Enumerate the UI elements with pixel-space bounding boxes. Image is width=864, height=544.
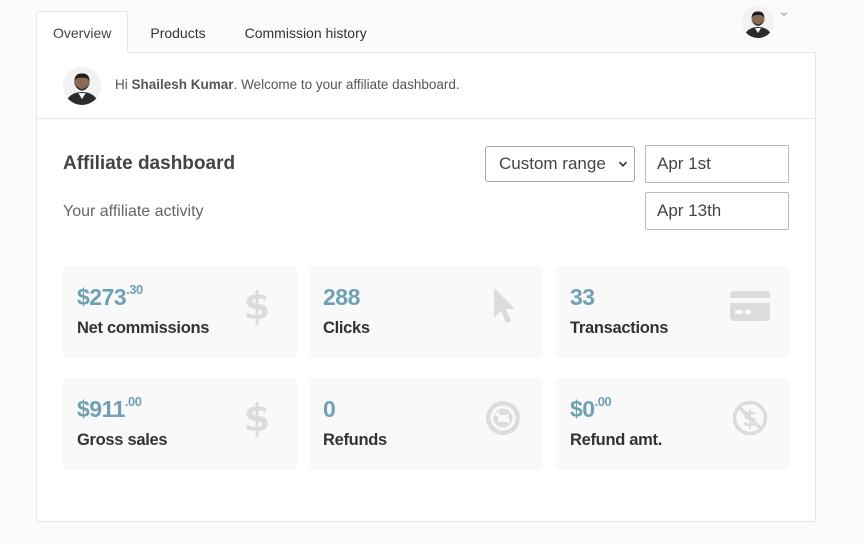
stat-value: $911.00 [77,394,142,422]
greeting: Hi [115,76,128,92]
stat-label: Refunds [323,431,387,449]
stat-card-transactions: 33 Transactions [556,266,790,358]
stat-card-gross-sales: $911.00 Gross sales $ [63,378,297,470]
stat-label: Net commissions [77,319,210,337]
stat-card-refunds: 0 Refunds [309,378,543,470]
date-from-value: Apr 1st [657,154,711,173]
tab-bar: Overview Products Commission history [36,11,386,53]
svg-text:$: $ [244,286,270,326]
stat-label: Transactions [570,319,669,337]
stat-value: 0 [323,396,336,422]
avatar[interactable] [742,6,774,38]
welcome-text: . Welcome to your affiliate dashboard. [233,76,460,92]
welcome-bar: Hi Shailesh Kumar. Welcome to your affil… [37,53,815,119]
cursor-icon [481,284,525,328]
credit-card-icon [728,284,772,328]
dashboard-panel: Hi Shailesh Kumar. Welcome to your affil… [36,52,816,522]
tab-overview[interactable]: Overview [36,11,129,53]
stat-card-refund-amount: $0.00 Refund amt. $ [556,378,790,470]
date-range-select[interactable]: Custom range [485,146,635,182]
avatar [63,66,101,105]
stat-value: 33 [570,284,595,310]
page-subtitle: Your affiliate activity [63,203,204,220]
user-avatar-icon [63,66,101,105]
tab-products[interactable]: Products [128,11,225,53]
stat-value: $0.00 [570,394,612,422]
stat-card-clicks: 288 Clicks [309,266,543,358]
page-title: Affiliate dashboard [63,153,236,174]
date-to-value: Apr 13th [657,201,722,220]
date-from-input[interactable]: Apr 1st [645,145,789,183]
stat-card-net-commissions: $273.30 Net commissions $ [63,266,297,358]
date-range-value: Custom range [499,154,606,173]
svg-text:$: $ [244,398,270,438]
user-avatar-icon [742,6,774,38]
dollar-icon: $ [235,396,279,440]
dollar-icon: $ [235,284,279,328]
date-to-input[interactable]: Apr 13th [645,192,789,230]
welcome-message: Hi Shailesh Kumar. Welcome to your affil… [115,77,460,92]
chevron-down-icon [618,161,628,167]
stat-label: Refund amt. [570,431,663,449]
stat-label: Clicks [323,319,370,337]
chevron-down-icon[interactable] [780,10,788,18]
refund-icon [481,396,525,440]
user-menu[interactable] [742,6,788,38]
stat-value: 288 [323,284,360,310]
stat-value: $273.30 [77,282,143,310]
user-name: Shailesh Kumar [131,76,234,92]
stat-label: Gross sales [77,431,168,449]
tab-commission-history[interactable]: Commission history [226,11,386,53]
no-dollar-icon: $ [728,396,772,440]
